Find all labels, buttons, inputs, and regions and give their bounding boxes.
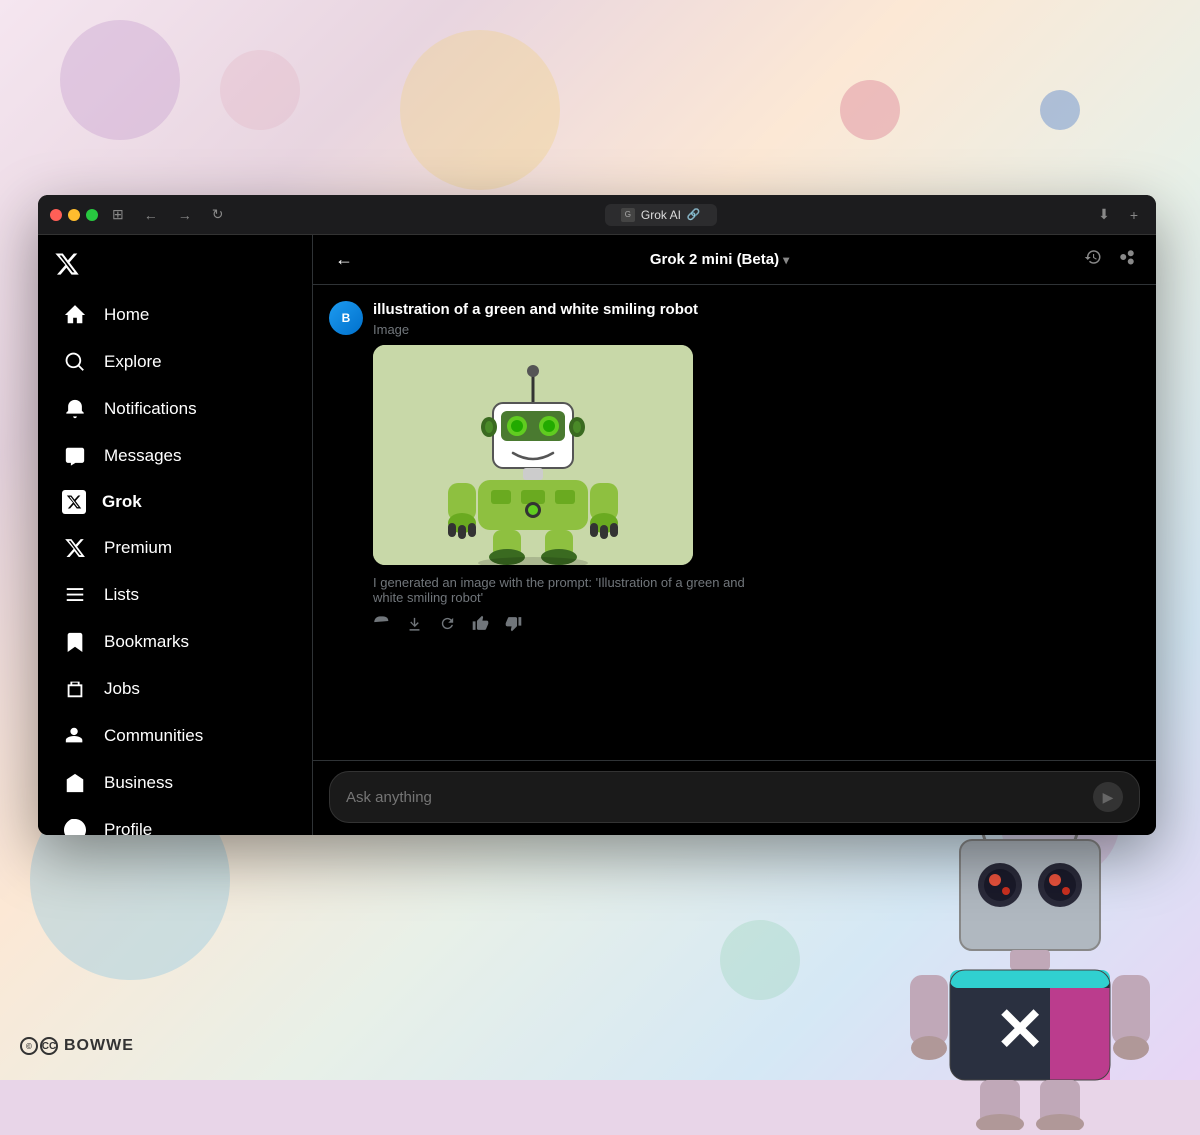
tab-bar: G Grok AI 🔗	[237, 204, 1084, 226]
sidebar-item-premium-label: Premium	[104, 538, 172, 558]
input-area: ▶	[313, 760, 1156, 835]
close-traffic-light[interactable]	[50, 209, 62, 221]
sidebar-item-bookmarks[interactable]: Bookmarks	[46, 619, 304, 665]
chat-area: B illustration of a green and white smil…	[313, 285, 1156, 760]
browser-body: Home Explore	[38, 235, 1156, 835]
grok-icon	[62, 490, 86, 514]
bookmarks-icon	[62, 629, 88, 655]
messages-icon	[62, 443, 88, 469]
chevron-down-icon: ▾	[783, 253, 789, 267]
browser-right-controls: ⬇ +	[1092, 204, 1144, 225]
sidebar-item-explore[interactable]: Explore	[46, 339, 304, 385]
sidebar-item-explore-label: Explore	[104, 352, 162, 372]
sidebar-item-grok[interactable]: Grok	[46, 480, 304, 524]
thumbs-up-button[interactable]	[472, 615, 489, 637]
active-tab[interactable]: G Grok AI 🔗	[605, 204, 717, 226]
notifications-icon	[62, 396, 88, 422]
message-avatar: B	[329, 301, 363, 335]
history-icon[interactable]	[1080, 244, 1106, 275]
message-caption: I generated an image with the prompt: 'I…	[373, 575, 753, 605]
message-actions	[373, 615, 1140, 637]
browser-chrome: ⊞ ← → ↻ G Grok AI 🔗 ⬇ +	[38, 195, 1156, 235]
sidebar-item-home-label: Home	[104, 305, 149, 325]
explore-icon	[62, 349, 88, 375]
message-content: illustration of a green and white smilin…	[373, 301, 1140, 637]
sidebar-nav: Home Explore	[38, 291, 312, 835]
new-tab-button[interactable]: +	[1124, 205, 1144, 225]
message-row: B illustration of a green and white smil…	[329, 301, 1140, 637]
send-button[interactable]: ▶	[1093, 782, 1123, 812]
sidebar-item-messages[interactable]: Messages	[46, 433, 304, 479]
maximize-traffic-light[interactable]	[86, 209, 98, 221]
bowwe-logo: © CC BOWWE	[20, 1037, 134, 1055]
sidebar-item-notifications-label: Notifications	[104, 399, 197, 419]
download-button[interactable]: ⬇	[1092, 204, 1116, 225]
jobs-icon	[62, 676, 88, 702]
thumbs-down-button[interactable]	[505, 615, 522, 637]
grok-title[interactable]: Grok 2 mini (Beta) ▾	[650, 251, 789, 268]
grok-header-buttons	[1080, 244, 1140, 275]
sidebar-item-profile[interactable]: Profile	[46, 807, 304, 835]
back-button[interactable]: ←	[138, 205, 164, 225]
grok-model-name: Grok 2 mini (Beta)	[650, 251, 779, 268]
bg-circle	[400, 30, 560, 190]
robot-illustration	[373, 345, 693, 565]
sidebar-item-lists[interactable]: Lists	[46, 572, 304, 618]
share-icon[interactable]	[1114, 244, 1140, 275]
creative-commons-icon: CC	[40, 1037, 58, 1055]
bowwe-text: BOWWE	[64, 1037, 134, 1055]
share-action-button[interactable]	[373, 615, 390, 637]
minimize-traffic-light[interactable]	[68, 209, 80, 221]
premium-icon	[62, 535, 88, 561]
sidebar-item-lists-label: Lists	[104, 585, 139, 605]
tab-link-icon: 🔗	[687, 208, 701, 221]
generated-image	[373, 345, 693, 565]
copyright-icon: ©	[20, 1037, 38, 1055]
communities-icon	[62, 723, 88, 749]
back-button[interactable]: ←	[329, 243, 359, 276]
download-action-button[interactable]	[406, 615, 423, 637]
forward-button[interactable]: →	[172, 205, 198, 225]
refresh-action-button[interactable]	[439, 615, 456, 637]
sidebar-item-messages-label: Messages	[104, 446, 181, 466]
x-logo[interactable]	[38, 243, 312, 291]
sidebar: Home Explore	[38, 235, 313, 835]
sidebar-toggle-button[interactable]: ⊞	[106, 204, 130, 225]
business-icon	[62, 770, 88, 796]
tab-title: Grok AI	[641, 208, 681, 222]
lists-icon	[62, 582, 88, 608]
message-type-label: Image	[373, 322, 1140, 337]
sidebar-item-bookmarks-label: Bookmarks	[104, 632, 189, 652]
sidebar-item-business-label: Business	[104, 773, 173, 793]
sidebar-item-business[interactable]: Business	[46, 760, 304, 806]
sidebar-item-communities-label: Communities	[104, 726, 203, 746]
browser-window: ⊞ ← → ↻ G Grok AI 🔗 ⬇ +	[38, 195, 1156, 835]
ask-anything-input[interactable]	[346, 789, 1085, 806]
sidebar-item-communities[interactable]: Communities	[46, 713, 304, 759]
sidebar-item-jobs[interactable]: Jobs	[46, 666, 304, 712]
reload-button[interactable]: ↻	[206, 204, 230, 225]
main-content: ← Grok 2 mini (Beta) ▾	[313, 235, 1156, 835]
bg-circle	[1040, 90, 1080, 130]
sidebar-item-home[interactable]: Home	[46, 292, 304, 338]
sidebar-item-profile-label: Profile	[104, 820, 152, 835]
message-prompt: illustration of a green and white smilin…	[373, 301, 1140, 318]
input-box: ▶	[329, 771, 1140, 823]
sidebar-item-jobs-label: Jobs	[104, 679, 140, 699]
traffic-lights	[50, 209, 98, 221]
sidebar-item-premium[interactable]: Premium	[46, 525, 304, 571]
bg-circle	[60, 20, 180, 140]
home-icon	[62, 302, 88, 328]
bg-circle	[720, 920, 800, 1000]
bg-circle	[840, 80, 900, 140]
profile-icon	[62, 817, 88, 835]
bowwe-copyright-icons: © CC	[20, 1037, 58, 1055]
sidebar-item-notifications[interactable]: Notifications	[46, 386, 304, 432]
bg-circle	[220, 50, 300, 130]
sidebar-item-grok-label: Grok	[102, 492, 142, 512]
grok-header: ← Grok 2 mini (Beta) ▾	[313, 235, 1156, 285]
tab-favicon: G	[621, 208, 635, 222]
